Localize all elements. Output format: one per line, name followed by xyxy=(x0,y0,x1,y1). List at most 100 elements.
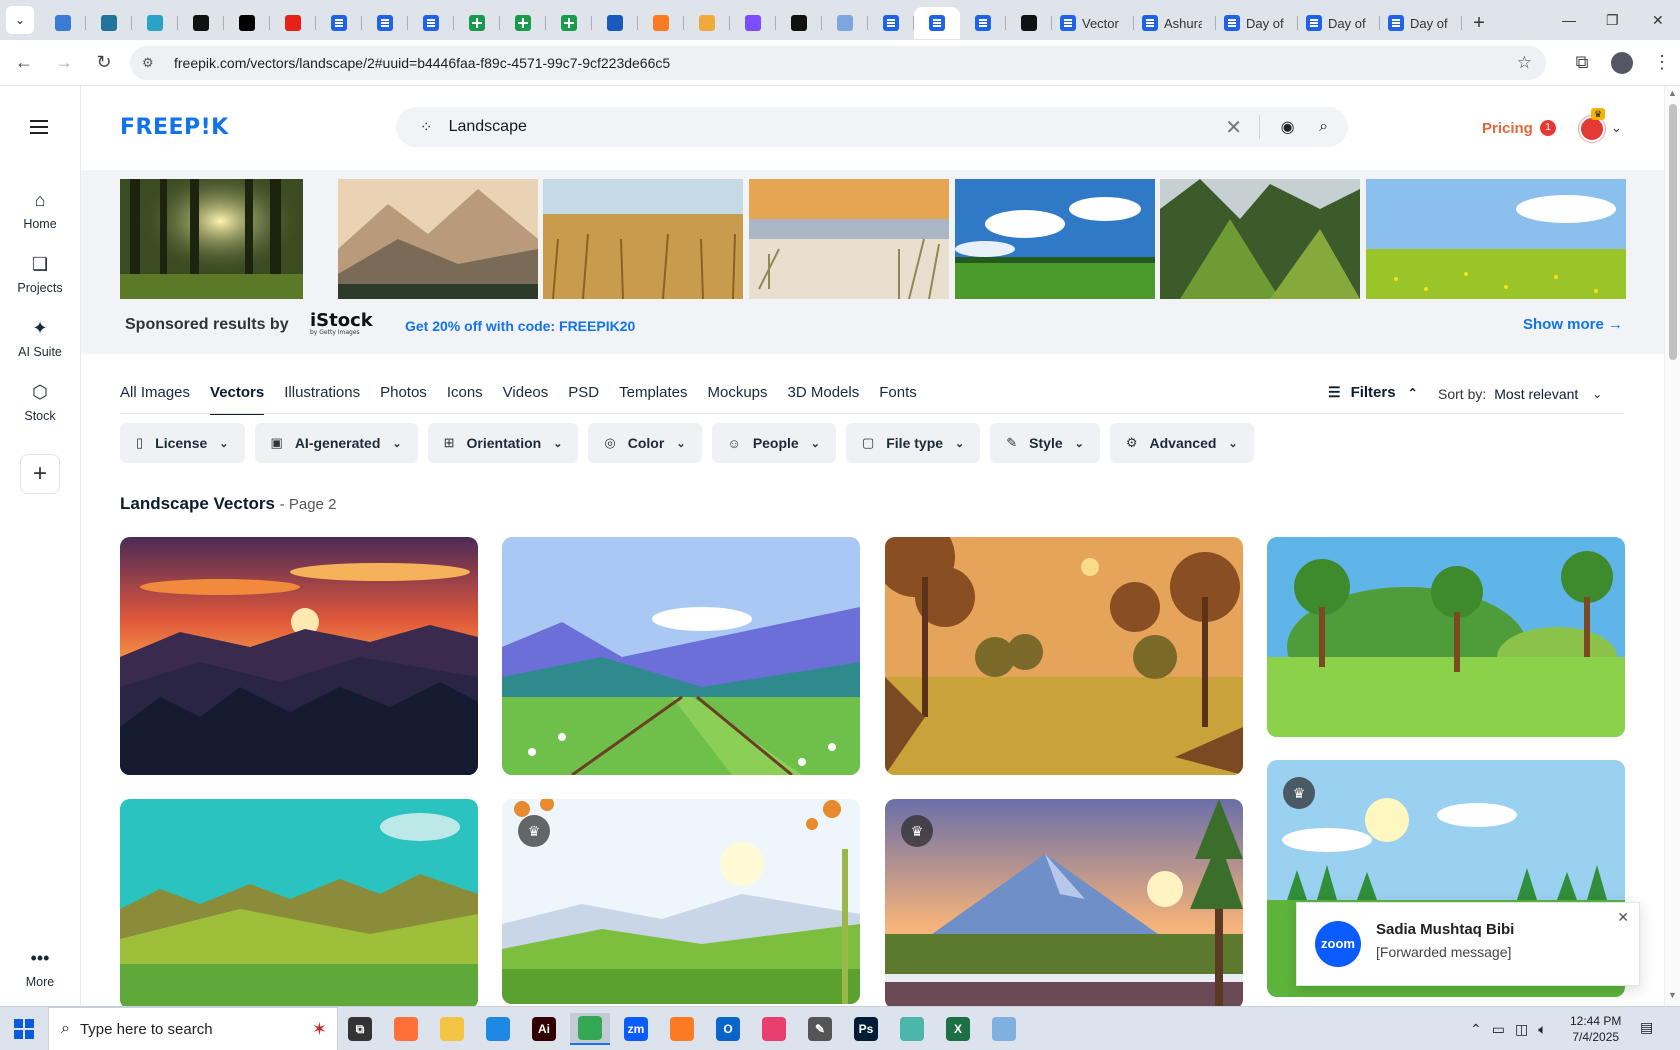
browser-tab[interactable] xyxy=(868,7,914,39)
photoshop-icon[interactable]: Ps xyxy=(846,1013,886,1045)
scroll-up-icon[interactable]: ▲ xyxy=(1668,88,1677,98)
tab-icons[interactable]: Icons xyxy=(447,384,483,414)
browser-tab[interactable]: Vector xyxy=(1052,7,1134,39)
filters-button[interactable]: ☰ Filters ⌃ xyxy=(1328,384,1418,401)
file-explorer-icon[interactable] xyxy=(432,1013,472,1045)
browser-tab[interactable] xyxy=(454,7,500,39)
browser-tab[interactable]: Day of xyxy=(1380,7,1462,39)
notification-bell-icon[interactable]: 1 xyxy=(1540,118,1562,138)
browser-tab[interactable] xyxy=(362,7,408,39)
browser-tab[interactable]: Day of xyxy=(1298,7,1380,39)
tab-all-images[interactable]: All Images xyxy=(120,384,190,414)
minimize-icon[interactable]: — xyxy=(1562,12,1576,28)
result-card[interactable]: ♛ xyxy=(502,799,860,1004)
illustrator-icon[interactable]: Ai xyxy=(524,1013,564,1045)
firefox-icon[interactable] xyxy=(386,1013,426,1045)
result-card[interactable]: ♛ xyxy=(885,799,1243,1009)
istock-logo[interactable]: iStock by Getty Images xyxy=(310,310,373,336)
creative-cloud-icon[interactable] xyxy=(754,1013,794,1045)
browser-tab[interactable] xyxy=(684,7,730,39)
task-view-icon[interactable]: ⧉ xyxy=(340,1013,380,1045)
sponsored-image[interactable] xyxy=(120,179,303,299)
filter-orientation[interactable]: ⊞ Orientation ⌄ xyxy=(427,423,579,463)
tab-photos[interactable]: Photos xyxy=(380,384,427,414)
browser-tab[interactable] xyxy=(546,7,592,39)
sidebar-item-home[interactable]: ⌂ Home xyxy=(0,190,80,231)
filter-advanced[interactable]: ⚙ Advanced ⌄ xyxy=(1109,423,1254,463)
freepik-logo[interactable]: FREEP!K xyxy=(120,115,229,140)
sponsored-image[interactable] xyxy=(338,179,538,299)
result-card[interactable] xyxy=(120,537,478,775)
browser-tab[interactable]: Day of xyxy=(1216,7,1298,39)
sponsored-image[interactable] xyxy=(1160,179,1360,299)
tab-psd[interactable]: PSD xyxy=(568,384,599,414)
browser-tab[interactable] xyxy=(316,7,362,39)
search-input[interactable] xyxy=(448,118,1219,136)
close-window-icon[interactable]: ✕ xyxy=(1652,12,1664,29)
close-icon[interactable]: ✕ xyxy=(1617,909,1629,926)
sponsored-image[interactable] xyxy=(1366,179,1626,299)
browser-tab[interactable] xyxy=(730,7,776,39)
reload-button[interactable]: ↻ xyxy=(88,47,120,79)
browser-tab[interactable]: Ashura xyxy=(1134,7,1216,39)
sidebar-item-projects[interactable]: ❏ Projects xyxy=(0,254,80,295)
excel-icon[interactable]: X xyxy=(938,1013,978,1045)
sponsored-image[interactable] xyxy=(543,179,743,299)
browser-menu-icon[interactable]: ⋮ xyxy=(1646,47,1678,79)
result-card[interactable] xyxy=(120,799,478,1009)
show-more-link[interactable]: Show more → xyxy=(1523,316,1623,333)
browser-tab[interactable] xyxy=(178,7,224,39)
sidebar-item-ai-suite[interactable]: ✦ AI Suite xyxy=(0,318,80,359)
sponsored-image[interactable] xyxy=(955,179,1155,299)
browser-tab[interactable] xyxy=(638,7,684,39)
new-tab-button[interactable]: + xyxy=(1462,7,1496,39)
menu-icon[interactable] xyxy=(30,120,48,134)
browser-tab[interactable] xyxy=(408,7,454,39)
sidebar-item-more[interactable]: ••• More xyxy=(0,948,80,989)
promo-link[interactable]: Get 20% off with code: FREEPIK20 xyxy=(405,318,635,334)
camera-search-icon[interactable]: ◉ xyxy=(1270,117,1306,137)
notepad-icon[interactable] xyxy=(984,1013,1024,1045)
result-card[interactable] xyxy=(1267,537,1625,737)
filter-file-type[interactable]: ▢ File type ⌄ xyxy=(845,423,981,463)
browser-tab[interactable] xyxy=(914,7,960,39)
scroll-down-icon[interactable]: ▼ xyxy=(1668,990,1677,1000)
sidebar-item-stock[interactable]: ⬡ Stock xyxy=(0,382,80,423)
vscode-icon[interactable] xyxy=(478,1013,518,1045)
taskbar-search[interactable]: ⌕ Type here to search ✶ xyxy=(48,1007,338,1050)
tab-vectors[interactable]: Vectors xyxy=(210,384,265,415)
chrome-icon[interactable] xyxy=(570,1013,610,1045)
add-button[interactable]: + xyxy=(20,454,60,494)
outlook-icon[interactable]: O xyxy=(708,1013,748,1045)
tab-illustrations[interactable]: Illustrations xyxy=(284,384,360,414)
xampp-icon[interactable] xyxy=(662,1013,702,1045)
browser-tab[interactable] xyxy=(592,7,638,39)
sponsored-image[interactable] xyxy=(749,179,949,299)
browser-tab[interactable] xyxy=(960,7,1006,39)
browser-tab[interactable] xyxy=(40,7,86,39)
search-type-icon[interactable]: ⁘ xyxy=(420,118,433,136)
tab-search-button[interactable]: ⌄ xyxy=(6,6,34,34)
filter-people[interactable]: ☺ People ⌄ xyxy=(711,423,836,463)
restore-icon[interactable]: ❐ xyxy=(1606,12,1619,29)
chevron-down-icon[interactable]: ⌄ xyxy=(1611,120,1622,136)
clear-search-icon[interactable]: ✕ xyxy=(1219,115,1249,140)
forward-button[interactable]: → xyxy=(48,47,80,79)
zoom-notification[interactable]: zoom Sadia Mushtaq Bibi [Forwarded messa… xyxy=(1296,902,1640,986)
tray-chevron-icon[interactable]: ⌃ xyxy=(1470,1021,1482,1038)
scroll-thumb[interactable] xyxy=(1669,104,1677,360)
tab-fonts[interactable]: Fonts xyxy=(879,384,917,414)
filter-license[interactable]: ▯ License ⌄ xyxy=(120,423,245,463)
clock[interactable]: 12:44 PM 7/4/2025 xyxy=(1570,1013,1621,1045)
sort-dropdown[interactable]: Sort by: Most relevant ⌄ xyxy=(1438,386,1602,402)
browser-tab[interactable] xyxy=(500,7,546,39)
volume-icon[interactable]: 🔈︎ xyxy=(1538,1021,1546,1038)
bookmark-star-icon[interactable]: ☆ xyxy=(1517,53,1532,73)
tab-videos[interactable]: Videos xyxy=(503,384,549,414)
pen-tool-icon[interactable]: ✎ xyxy=(800,1013,840,1045)
browser-tab[interactable] xyxy=(776,7,822,39)
pricing-link[interactable]: Pricing xyxy=(1482,120,1533,137)
tab-templates[interactable]: Templates xyxy=(619,384,687,414)
search-icon[interactable]: ⌕ xyxy=(1306,118,1342,136)
zoom-icon[interactable]: zm xyxy=(616,1013,656,1045)
